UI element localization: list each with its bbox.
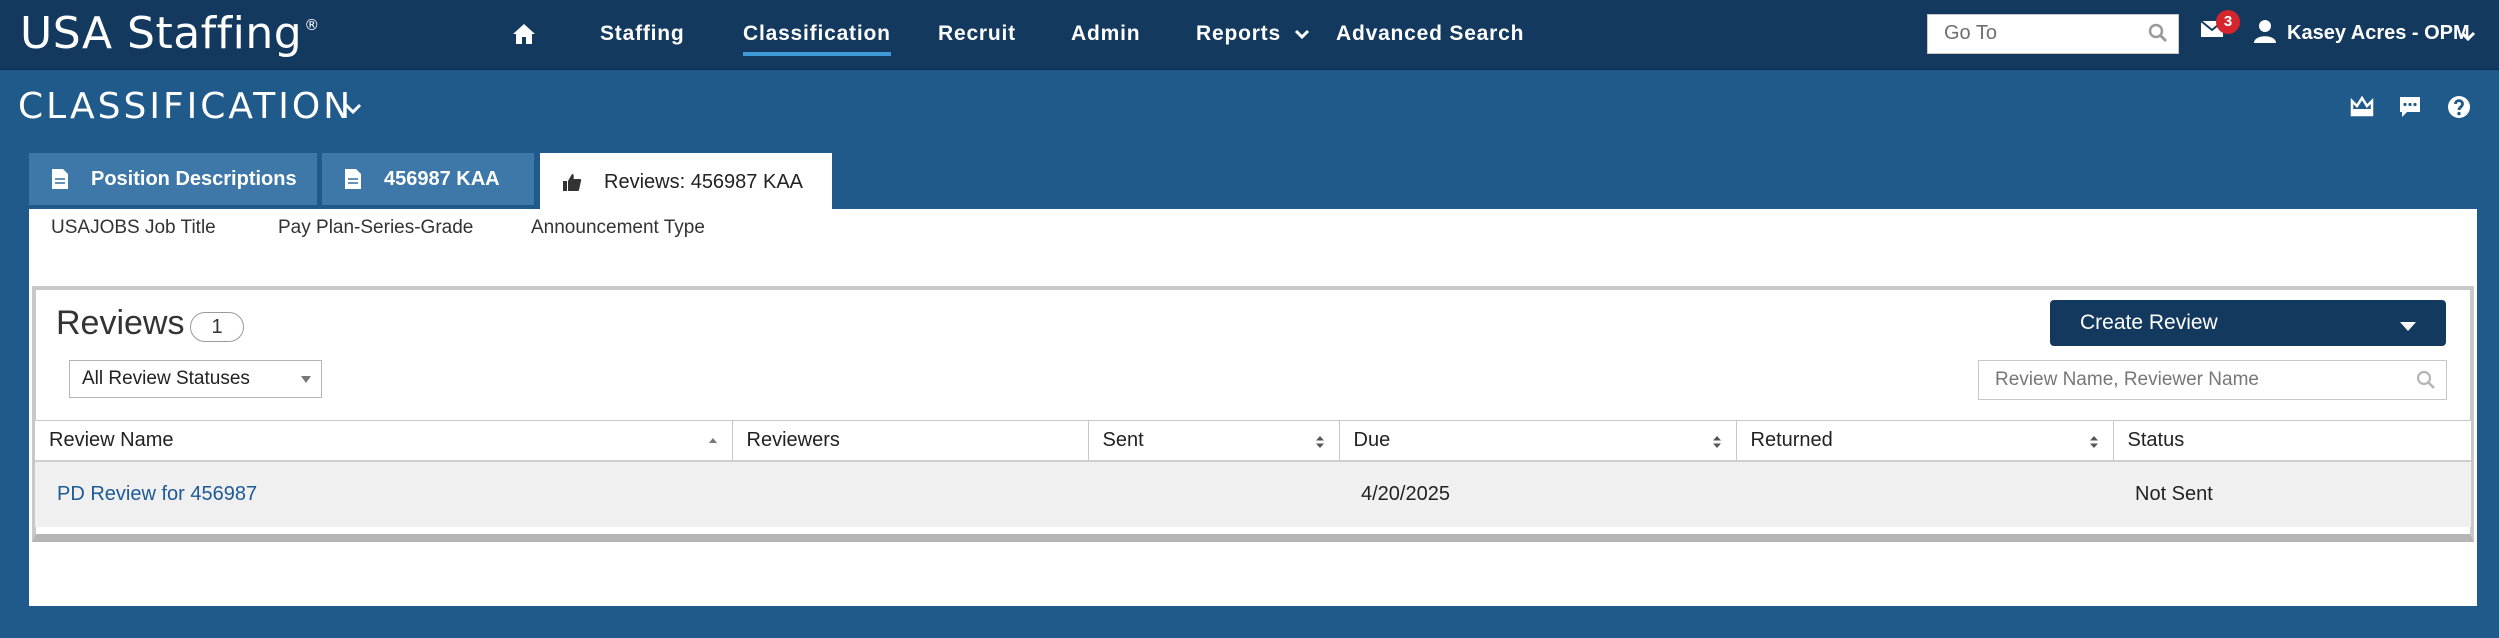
mail-count-badge: 3 xyxy=(2216,10,2240,34)
nav-staffing[interactable]: Staffing xyxy=(600,22,685,46)
reviews-count-badge: 1 xyxy=(190,312,244,342)
user-menu-chevron-icon[interactable] xyxy=(2460,30,2476,42)
reviews-title: Reviews xyxy=(56,304,185,342)
col-label: Returned xyxy=(1750,428,1833,451)
goto-box xyxy=(1927,14,2179,54)
col-label: Due xyxy=(1353,428,1391,451)
col-status: Status xyxy=(2113,420,2471,462)
review-status-select[interactable]: All Review Statuses xyxy=(69,360,322,398)
cell-returned xyxy=(1736,460,2113,527)
col-returned[interactable]: Returned xyxy=(1736,420,2114,462)
goto-input[interactable] xyxy=(1942,15,2142,51)
field-usajobs-job-title: USAJOBS Job Title xyxy=(51,217,216,238)
tab-position-descriptions[interactable]: Position Descriptions xyxy=(29,153,317,205)
col-due[interactable]: Due xyxy=(1339,420,1737,462)
app-title[interactable]: CLASSIFICATION xyxy=(18,86,353,127)
app-switcher-chevron-icon[interactable] xyxy=(344,103,362,115)
registered-mark: ® xyxy=(304,16,320,34)
review-status-value: All Review Statuses xyxy=(82,368,250,389)
sort-asc-icon[interactable] xyxy=(708,435,718,447)
create-review-label: Create Review xyxy=(2080,311,2218,334)
document-icon xyxy=(344,168,362,190)
tab-reviews[interactable]: Reviews: 456987 KAA xyxy=(540,153,832,211)
cell-due: 4/20/2025 xyxy=(1339,460,1736,527)
review-link[interactable]: PD Review for 456987 xyxy=(57,483,257,505)
content-area: USAJOBS Job Title Pay Plan-Series-Grade … xyxy=(29,209,2477,606)
document-icon xyxy=(51,168,69,190)
col-label: Status xyxy=(2127,428,2185,451)
top-navbar: USA Staffing ® Staffing Classification Re… xyxy=(0,0,2499,70)
help-icon[interactable] xyxy=(2447,95,2471,119)
review-search-input[interactable] xyxy=(1993,361,2413,399)
review-search-box xyxy=(1978,360,2447,400)
col-reviewers: Reviewers xyxy=(732,420,1089,462)
search-icon[interactable] xyxy=(2416,370,2436,390)
chat-icon[interactable] xyxy=(2398,95,2422,119)
col-label: Review Name xyxy=(49,428,174,451)
col-label: Sent xyxy=(1102,428,1144,451)
tab-label: Reviews: 456987 KAA xyxy=(604,170,804,193)
col-review-name[interactable]: Review Name xyxy=(35,420,733,462)
home-icon[interactable] xyxy=(512,22,536,46)
user-icon[interactable] xyxy=(2253,18,2277,44)
sort-icon[interactable] xyxy=(1712,435,1722,449)
col-sent[interactable]: Sent xyxy=(1088,420,1340,462)
user-name[interactable]: Kasey Acres - OPM xyxy=(2287,22,2470,45)
announcements-icon[interactable] xyxy=(2350,95,2374,117)
col-label: Reviewers xyxy=(746,428,840,451)
brand-name: USA Staffing xyxy=(20,8,303,59)
field-pay-plan-series-grade: Pay Plan-Series-Grade xyxy=(278,217,474,238)
cell-status: Not Sent xyxy=(2113,460,2471,527)
brand-logo[interactable]: USA Staffing ® xyxy=(20,12,320,56)
nav-reports[interactable]: Reports xyxy=(1196,22,1310,46)
table-header-row: Review Name Reviewers Sent Due Returned … xyxy=(35,420,2471,462)
caret-down-icon[interactable] xyxy=(2400,322,2416,331)
cell-reviewers xyxy=(732,460,1088,527)
tab-456987-kaa[interactable]: 456987 KAA xyxy=(322,153,534,205)
reviews-table: Review Name Reviewers Sent Due Returned … xyxy=(35,420,2471,527)
nav-classification[interactable]: Classification xyxy=(743,22,891,56)
field-announcement-type: Announcement Type xyxy=(531,217,705,238)
reviews-panel: Reviews 1 All Review Statuses Create Rev… xyxy=(32,286,2474,542)
tab-label: 456987 KAA xyxy=(384,167,500,190)
table-row: PD Review for 456987 4/20/2025 Not Sent xyxy=(35,460,2471,527)
cell-review-name: PD Review for 456987 xyxy=(35,460,732,527)
create-review-button[interactable]: Create Review xyxy=(2050,300,2446,346)
sort-icon[interactable] xyxy=(2089,435,2099,449)
search-icon[interactable] xyxy=(2148,23,2168,43)
cell-sent xyxy=(1088,460,1339,527)
thumbs-up-icon xyxy=(562,172,582,192)
sort-icon[interactable] xyxy=(1315,435,1325,449)
chevron-down-icon xyxy=(1294,30,1309,40)
nav-admin[interactable]: Admin xyxy=(1071,22,1140,46)
nav-recruit[interactable]: Recruit xyxy=(938,22,1016,46)
dropdown-arrow-icon xyxy=(301,376,311,383)
nav-advanced-search[interactable]: Advanced Search xyxy=(1336,22,1524,46)
tab-label: Position Descriptions xyxy=(91,167,297,190)
nav-reports-label: Reports xyxy=(1196,22,1281,45)
